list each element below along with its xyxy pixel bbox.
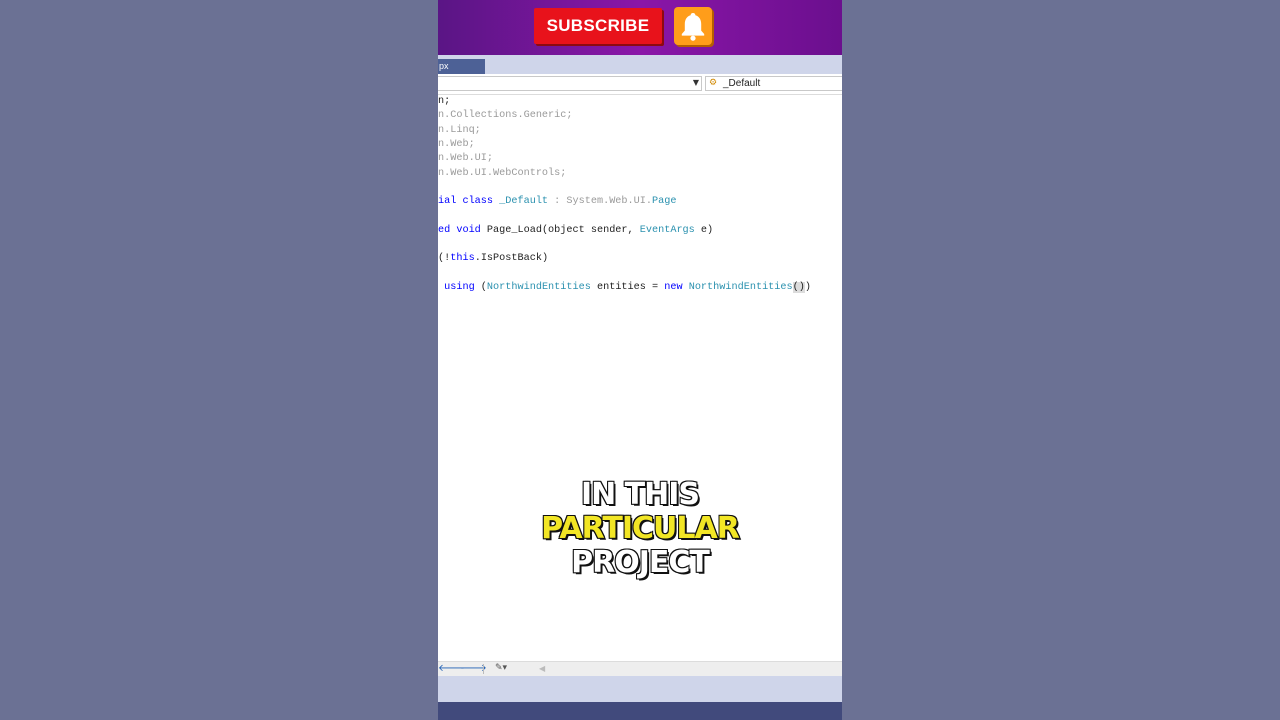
code-token: this [450, 253, 475, 265]
code-token: NorthwindEntities [688, 281, 793, 293]
code-token: n.Web.UI.WebControls; [438, 167, 567, 179]
video-background-left [0, 0, 438, 720]
code-token: new [664, 281, 689, 293]
caption-line-1: IN THIS [580, 477, 701, 513]
bell-icon [681, 13, 705, 41]
caption-line-2: PARTICULAR [540, 511, 741, 547]
class-dropdown-label: _Default [723, 78, 761, 89]
code-line: n.Web; [438, 138, 475, 152]
video-background-right [842, 0, 1280, 720]
code-token: EventArgs [639, 224, 695, 236]
code-token: n.Collections.Generic; [438, 110, 573, 122]
editor-status-bar: 🡐 🡒 ✎▾ ◀ [438, 661, 842, 676]
code-token: () [792, 281, 805, 293]
notification-bell-button[interactable] [674, 7, 712, 45]
code-token: n.Linq; [438, 124, 481, 136]
class-icon: ⚙ [709, 78, 718, 88]
code-token: .IsPostBack) [474, 253, 549, 265]
code-token: n; [438, 96, 451, 107]
code-line: ed void Page_Load(object sender, EventAr… [438, 224, 713, 238]
code-token: ed void [438, 224, 487, 236]
code-line: n; [438, 95, 450, 109]
code-token: n.Web; [438, 138, 475, 150]
promo-banner: SUBSCRIBE [438, 0, 842, 55]
code-line: ial class _Default : System.Web.UI.Page [438, 195, 676, 209]
tab-default-aspx-cs[interactable]: px [438, 59, 485, 74]
code-line: n.Web.UI.WebControls; [438, 167, 566, 181]
code-token: n.Web.UI; [438, 153, 494, 165]
output-panel-header [438, 676, 842, 702]
subscribe-button[interactable]: SUBSCRIBE [534, 8, 662, 44]
scroll-left-icon[interactable]: ◀ [539, 662, 545, 675]
code-token: Page_Load(object sender, [486, 224, 640, 236]
code-token: entities = [590, 281, 665, 293]
code-line: n.Linq; [438, 124, 481, 138]
ide-status-bar [438, 702, 842, 720]
code-token: ) [804, 281, 811, 293]
code-line: using (NorthwindEntities entities = new … [438, 281, 811, 295]
class-dropdown[interactable]: ⚙ _Default [705, 76, 842, 91]
status-separator [483, 664, 484, 674]
tool-dropdown-icon[interactable]: ✎▾ [495, 662, 507, 675]
code-token: e) [694, 224, 714, 236]
video-frame: SUBSCRIBE px ▼ ⚙ _Default n; n.Collection… [438, 0, 842, 720]
code-token: (! [438, 253, 451, 265]
code-token: Page [652, 196, 677, 208]
code-token: : System.Web.UI. [548, 196, 652, 208]
code-token: ial class [438, 196, 500, 208]
caption-line-3: PROJECT [570, 545, 711, 581]
navigation-bar: ▼ ⚙ _Default [438, 74, 842, 95]
code-line: (!this.IsPostBack) [438, 252, 548, 266]
code-token: using [438, 281, 481, 293]
chevron-down-icon: ▼ [692, 78, 699, 87]
code-token: _Default [499, 196, 549, 208]
project-dropdown[interactable]: ▼ [438, 76, 702, 91]
code-line: n.Web.UI; [438, 152, 493, 166]
code-token: NorthwindEntities [486, 281, 591, 293]
code-line: n.Collections.Generic; [438, 109, 573, 123]
document-tab-strip: px [438, 55, 842, 74]
